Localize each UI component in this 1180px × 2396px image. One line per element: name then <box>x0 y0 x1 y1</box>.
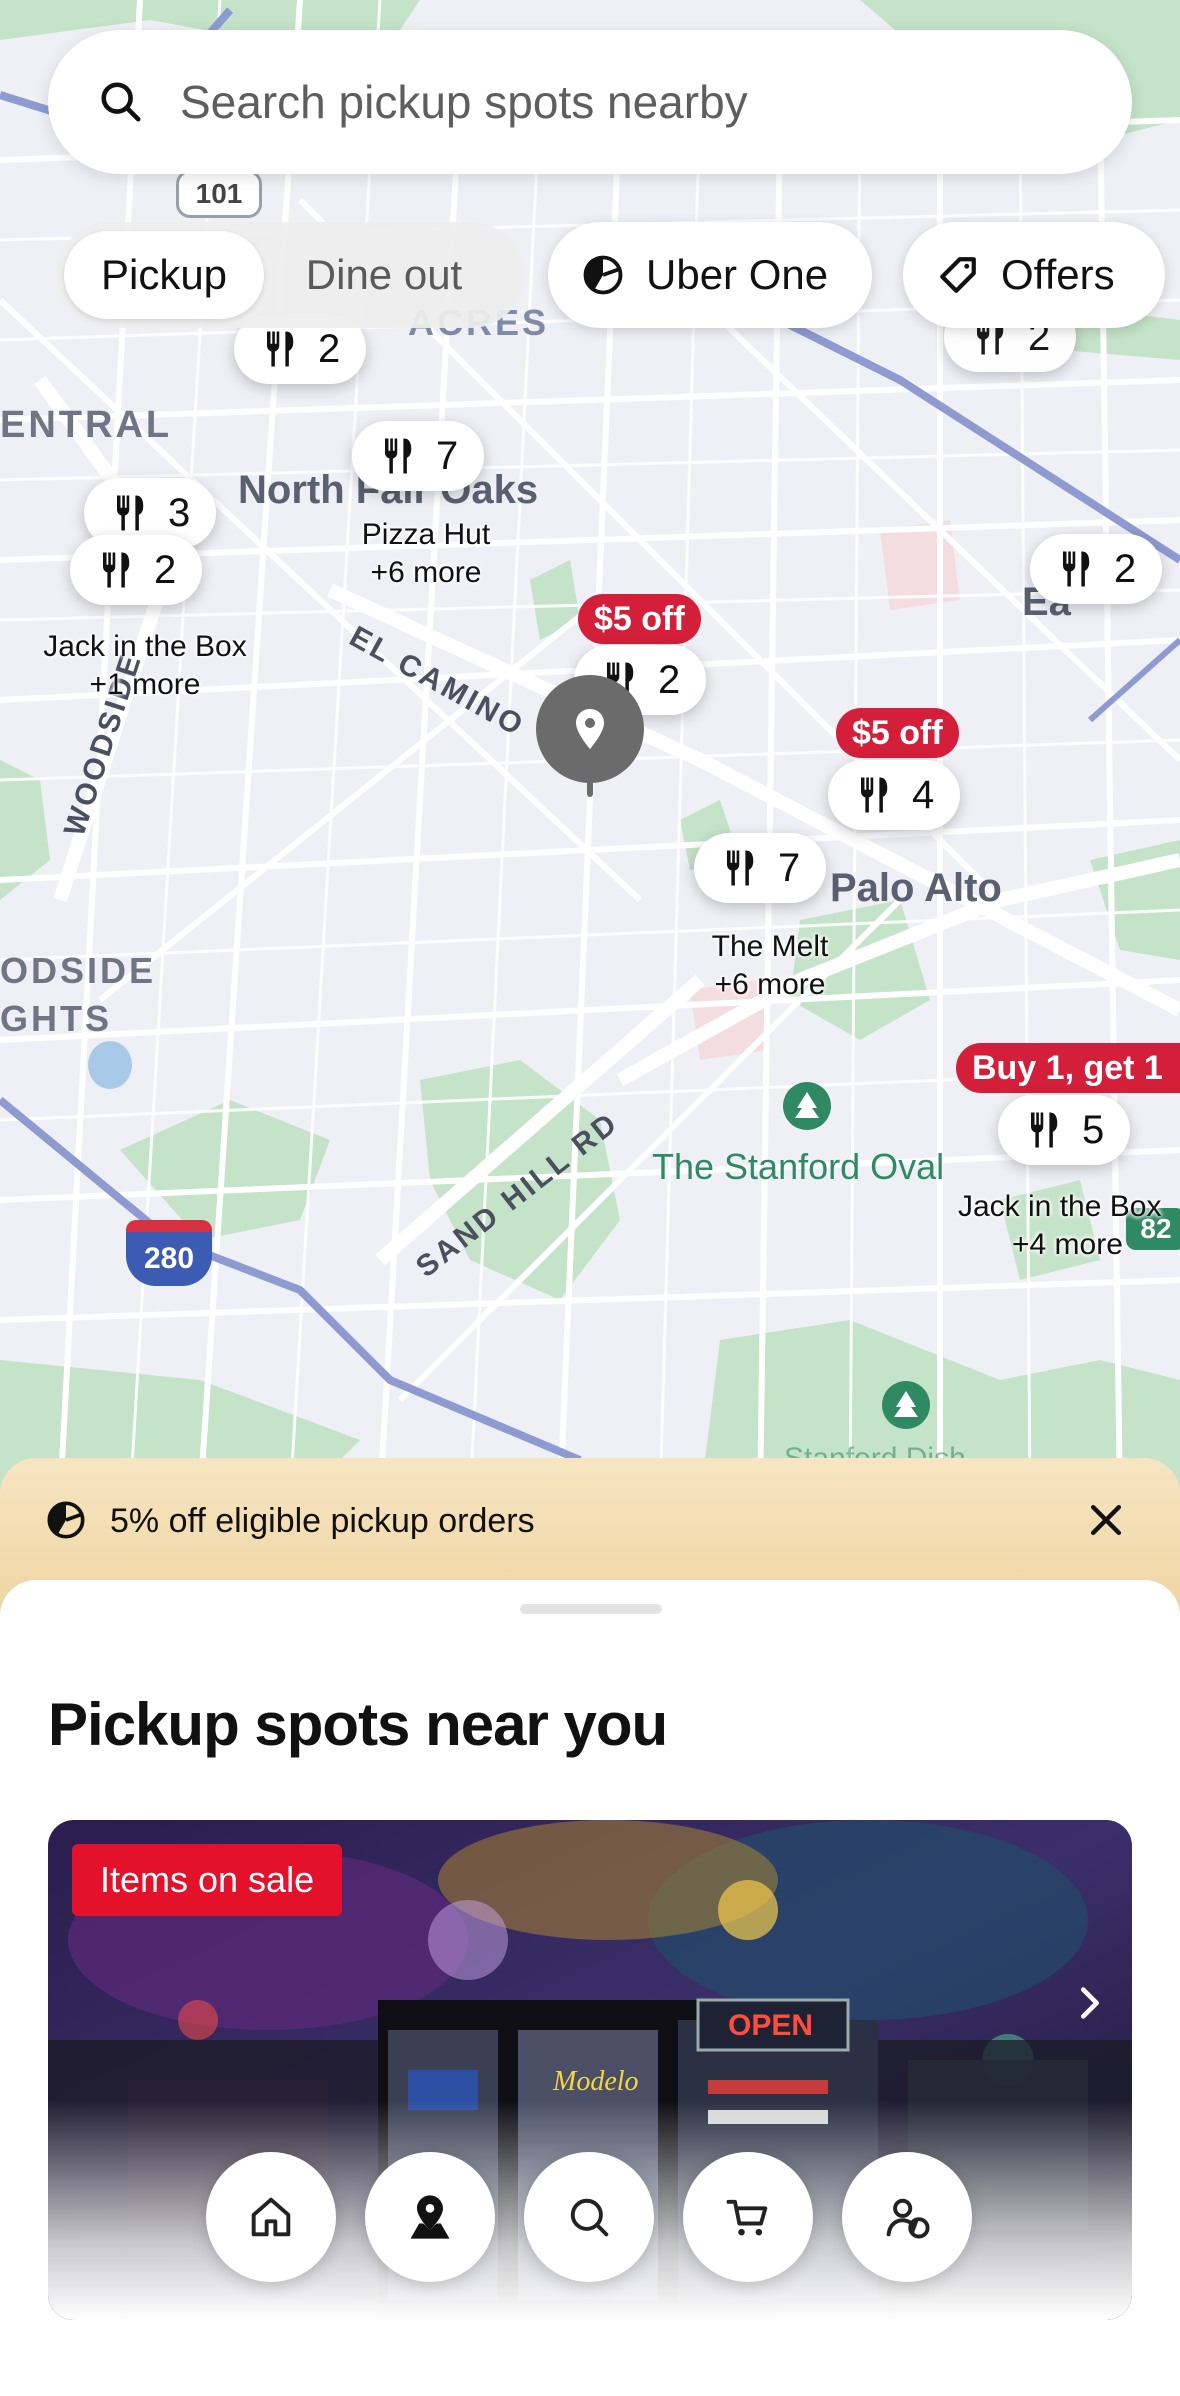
search-icon <box>570 2198 609 2237</box>
restaurant-marker[interactable]: 7 <box>352 421 485 491</box>
marker-count: 5 <box>1082 1107 1105 1152</box>
home-icon <box>251 2197 291 2237</box>
interstate-shield-280: 280 <box>126 1220 212 1286</box>
pickup-tab[interactable]: Pickup <box>64 231 264 319</box>
items-on-sale-badge: Items on sale <box>72 1844 343 1916</box>
offers-filter-button[interactable]: Offers <box>903 222 1165 328</box>
marker-caption[interactable]: Jack in the Box +4 more <box>958 1188 1180 1264</box>
cart-icon <box>726 2199 768 2236</box>
nav-map-button[interactable] <box>365 2152 495 2282</box>
mode-toggle[interactable]: Pickup Dine out <box>56 222 524 328</box>
sheet-drag-handle[interactable] <box>520 1604 662 1614</box>
uber-one-icon <box>46 1500 86 1540</box>
marker-caption-name: The Melt <box>711 930 829 963</box>
marker-caption-name: Jack in the Box <box>43 630 247 663</box>
tag-icon <box>937 254 979 296</box>
fork-knife-icon <box>96 549 138 591</box>
marker-caption-more: +1 more <box>89 668 201 701</box>
marker-caption[interactable]: The Melt +6 more <box>674 928 866 1004</box>
marker-count: 2 <box>1114 546 1137 591</box>
restaurant-marker[interactable]: 5 <box>998 1095 1131 1165</box>
shield-label: 101 <box>195 178 243 209</box>
nav-cart-button[interactable] <box>683 2152 813 2282</box>
marker-caption-more: +6 more <box>370 556 482 589</box>
fork-knife-icon <box>260 328 302 370</box>
marker-caption-more: +4 more <box>1012 1228 1123 1261</box>
promo-tag[interactable]: Buy 1, get 1 <box>956 1043 1180 1093</box>
marker-count: 7 <box>436 433 459 478</box>
marker-count: 7 <box>778 845 801 890</box>
search-icon <box>98 79 144 125</box>
nav-search-button[interactable] <box>524 2152 654 2282</box>
fork-knife-icon <box>378 435 420 477</box>
highway-shield-101: 101 <box>176 170 262 218</box>
fork-knife-icon <box>1024 1109 1066 1151</box>
map-label-heights: GHTS <box>0 998 113 1039</box>
marker-caption[interactable]: Pizza Hut +6 more <box>330 516 522 592</box>
bottom-nav <box>206 2152 976 2282</box>
close-icon[interactable] <box>1084 1498 1128 1542</box>
restaurant-marker[interactable]: 4 <box>828 760 961 830</box>
marker-count: 2 <box>154 547 177 592</box>
nav-home-button[interactable] <box>206 2152 336 2282</box>
account-icon <box>886 2198 930 2239</box>
marker-caption-name: Jack in the Box <box>958 1190 1162 1223</box>
offers-filter-label: Offers <box>1001 251 1115 298</box>
marker-count: 4 <box>912 772 935 817</box>
fork-knife-icon <box>854 774 896 816</box>
fork-knife-icon <box>110 492 152 534</box>
restaurant-marker[interactable]: 2 <box>70 535 203 605</box>
marker-count: 3 <box>168 490 191 535</box>
restaurant-marker[interactable]: 2 <box>1030 534 1163 604</box>
uber-one-icon <box>582 254 624 296</box>
promo-tag[interactable]: $5 off <box>836 708 959 758</box>
marker-caption-name: Pizza Hut <box>361 518 491 551</box>
shield-label: 280 <box>143 1242 195 1275</box>
uber-one-filter-button[interactable]: Uber One <box>548 222 872 328</box>
search-input[interactable]: Search pickup spots nearby <box>180 75 748 129</box>
dine-out-tab[interactable]: Dine out <box>264 231 504 319</box>
promo-banner-text: 5% off eligible pickup orders <box>110 1502 535 1540</box>
map-pin-icon <box>576 709 604 749</box>
store-sign: OPEN <box>728 2009 813 2042</box>
map-label-palo-alto: Palo Alto <box>830 866 1002 910</box>
park-label-stanford-oval: The Stanford Oval <box>652 1146 945 1187</box>
restaurant-marker[interactable]: 7 <box>694 833 827 903</box>
marker-count: 2 <box>318 326 341 371</box>
map-label-central: ENTRAL <box>0 404 173 446</box>
promo-tag[interactable]: $5 off <box>578 594 701 644</box>
map-pin-icon <box>410 2195 450 2239</box>
nav-account-button[interactable] <box>842 2152 972 2282</box>
search-bar[interactable]: Search pickup spots nearby <box>48 30 1132 174</box>
current-location-pin[interactable] <box>536 675 644 797</box>
map-label-woodside: ODSIDE <box>0 950 157 991</box>
marker-caption[interactable]: Jack in the Box +1 more <box>30 628 260 704</box>
fork-knife-icon <box>720 847 762 889</box>
chevron-right-icon[interactable] <box>1066 1980 1112 2026</box>
uber-one-filter-label: Uber One <box>646 251 829 298</box>
neon-sign: Modelo <box>552 2066 639 2097</box>
marker-caption-more: +6 more <box>714 968 826 1001</box>
marker-count: 2 <box>658 657 681 702</box>
fork-knife-icon <box>1056 548 1098 590</box>
section-title: Pickup spots near you <box>48 1691 668 1758</box>
